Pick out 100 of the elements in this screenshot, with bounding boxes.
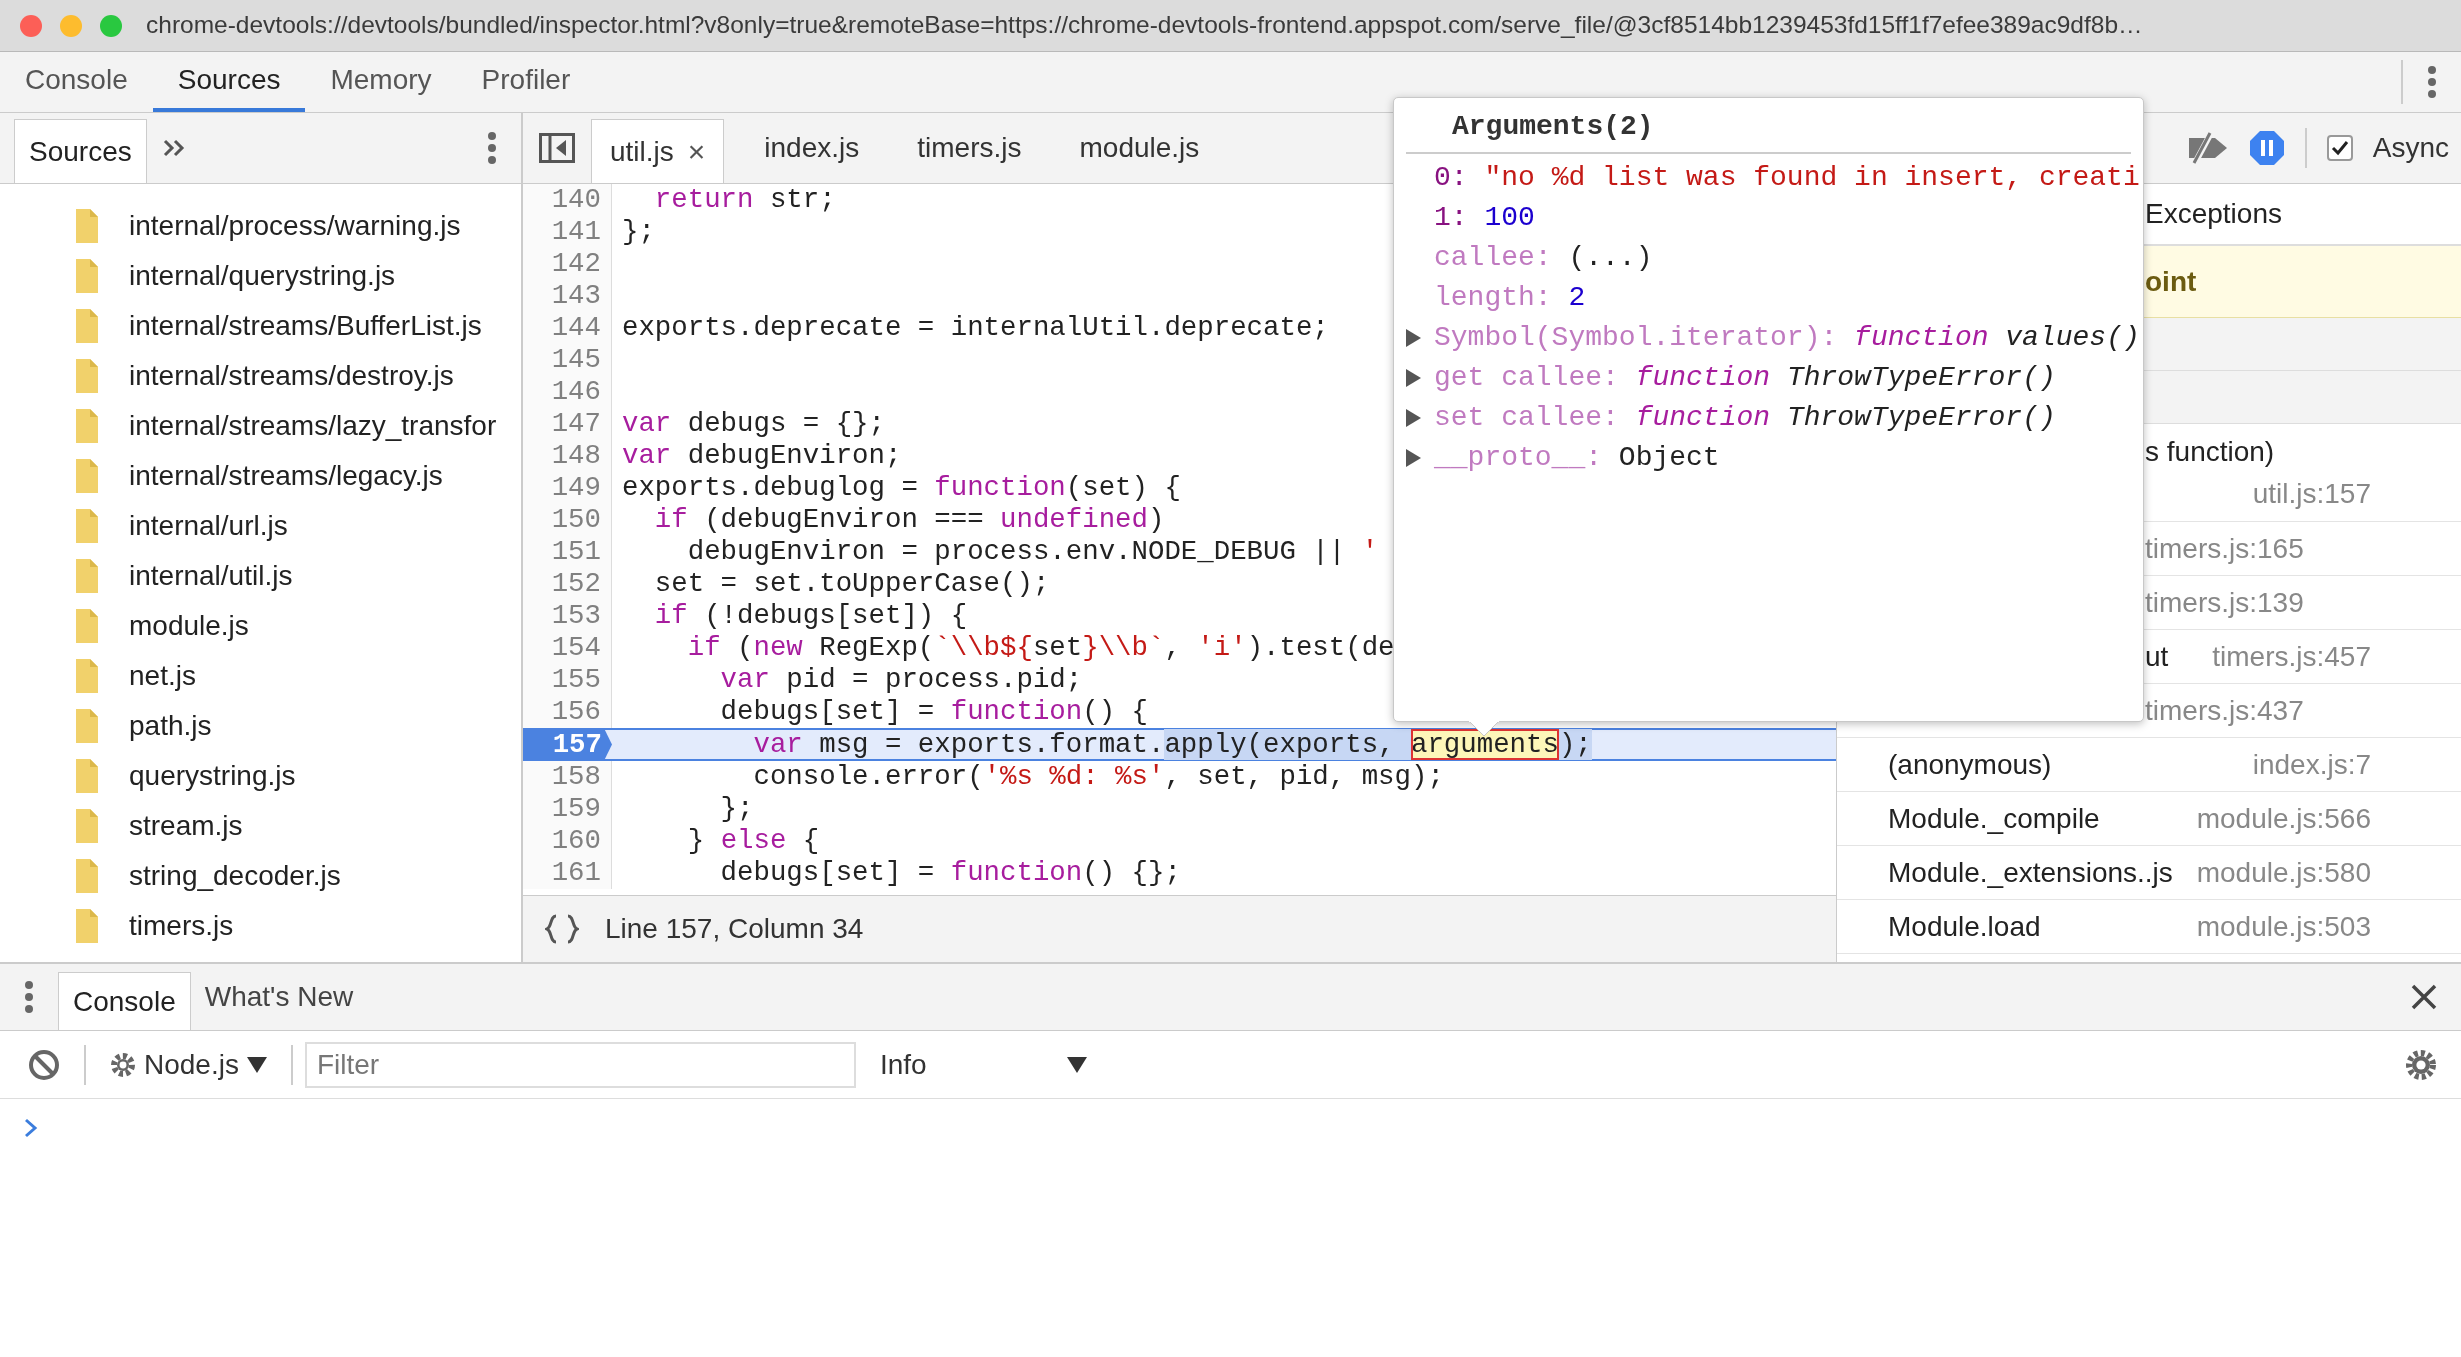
caret-icon bbox=[246, 1056, 267, 1073]
close-icon[interactable]: × bbox=[687, 129, 706, 174]
code-line: exports.debuglog = function(set) { bbox=[621, 472, 1181, 504]
context-selector[interactable]: Node.js bbox=[110, 1043, 267, 1086]
code-line: debugs[set] = function() {}; bbox=[719, 857, 1181, 889]
frame-name[interactable]: Module._compile bbox=[1888, 797, 2100, 840]
close-icon[interactable] bbox=[2411, 984, 2437, 1010]
settings-icon[interactable] bbox=[2405, 1048, 2437, 1081]
pretty-print-icon[interactable] bbox=[545, 914, 579, 944]
level-selector[interactable]: Info bbox=[879, 1043, 1087, 1086]
line-number: 151 bbox=[523, 536, 612, 568]
gear-icon bbox=[110, 1051, 136, 1078]
async-checkbox[interactable] bbox=[2326, 135, 2353, 161]
frame-location[interactable]: timers.js:437 bbox=[2145, 689, 2304, 732]
frame-name[interactable]: (anonymous) bbox=[1888, 743, 2052, 786]
file-name[interactable]: string_decoder.js bbox=[129, 855, 341, 897]
file-icon bbox=[76, 809, 98, 843]
file-icon bbox=[76, 359, 98, 393]
code-line: }; bbox=[719, 793, 754, 825]
frame-name[interactable]: s function) bbox=[2145, 430, 2371, 473]
file-name[interactable]: net.js bbox=[129, 655, 196, 697]
property-line: callee: (...) bbox=[1433, 241, 1653, 275]
clear-console-icon[interactable] bbox=[28, 1048, 60, 1081]
line-number: 157 bbox=[523, 730, 612, 759]
file-name[interactable]: module.js bbox=[129, 605, 249, 647]
file-name[interactable]: internal/util.js bbox=[129, 555, 293, 597]
file-name[interactable]: internal/streams/BufferList.js bbox=[129, 305, 482, 347]
file-name[interactable]: path.js bbox=[129, 705, 212, 747]
frame-location[interactable]: timers.js:139 bbox=[2145, 581, 2304, 624]
drawer-tab[interactable]: What's New bbox=[190, 964, 368, 1030]
frame-name[interactable]: Module._extensions..js bbox=[1888, 851, 2173, 894]
more-icon[interactable] bbox=[487, 131, 497, 165]
line-number: 154 bbox=[523, 632, 612, 664]
file-name[interactable]: internal/querystring.js bbox=[129, 255, 396, 297]
file-icon bbox=[76, 309, 98, 343]
line-number: 147 bbox=[523, 408, 612, 440]
property-line[interactable]: Symbol(Symbol.iterator): function values() bbox=[1406, 318, 2140, 358]
line-number: 159 bbox=[523, 793, 612, 825]
panel-tab[interactable]: Console bbox=[0, 52, 153, 112]
line-number: 144 bbox=[523, 312, 612, 344]
line-number: 141 bbox=[523, 216, 612, 248]
code-line: var debugs = {}; bbox=[621, 408, 885, 440]
code-line: debugs[set] = function() { bbox=[719, 696, 1148, 728]
code-line: set = set.toUpperCase(); bbox=[653, 568, 1050, 600]
code-line: console.error('%s %d: %s', set, pid, msg); bbox=[752, 761, 1444, 793]
line-number: 140 bbox=[523, 184, 612, 216]
property-line[interactable]: __proto__: Object bbox=[1406, 438, 1720, 478]
file-tab[interactable]: module.js bbox=[1061, 113, 1218, 183]
line-number: 153 bbox=[523, 600, 612, 632]
more-icon[interactable] bbox=[24, 980, 34, 1014]
property-line[interactable]: set callee: function ThrowTypeError() bbox=[1406, 398, 2056, 438]
line-number: 156 bbox=[523, 696, 612, 728]
property-line: 0: "no %d list was found in insert, creati bbox=[1433, 161, 2140, 195]
file-icon bbox=[76, 759, 98, 793]
file-icon bbox=[76, 409, 98, 443]
drawer-tab[interactable]: Console bbox=[58, 972, 191, 1030]
file-name[interactable]: querystring.js bbox=[129, 755, 296, 797]
file-name[interactable]: internal/url.js bbox=[129, 505, 288, 547]
paused-message: oint bbox=[2145, 264, 2197, 299]
line-number: 149 bbox=[523, 472, 612, 504]
frame-location[interactable]: util.js:157 bbox=[2145, 472, 2371, 515]
caret-icon bbox=[1066, 1056, 1087, 1073]
file-name[interactable]: internal/streams/lazy_transfor bbox=[129, 405, 497, 447]
line-number: 155 bbox=[523, 664, 612, 696]
file-name[interactable]: timers.js bbox=[129, 905, 234, 947]
filter-field[interactable]: Filter bbox=[304, 1041, 856, 1088]
code-line: if (new RegExp(`\\b${set}\\b`, 'i').test(de bbox=[686, 632, 1395, 664]
frame-location[interactable]: module.js:580 bbox=[2196, 851, 2371, 894]
sidebar-toggle-icon[interactable] bbox=[539, 133, 575, 163]
panel-tab[interactable]: Memory bbox=[305, 52, 457, 112]
property-line: length: 2 bbox=[1433, 281, 1586, 315]
frame-location[interactable]: module.js:503 bbox=[2196, 905, 2371, 948]
file-name[interactable]: internal/streams/legacy.js bbox=[129, 455, 443, 497]
navigator-tab[interactable]: Sources bbox=[14, 119, 147, 183]
property-line[interactable]: get callee: function ThrowTypeError() bbox=[1406, 358, 2056, 398]
frame-location[interactable]: module.js:566 bbox=[2196, 797, 2371, 840]
pause-icon[interactable] bbox=[2248, 130, 2285, 166]
code-line: var msg = exports.format.apply(exports, arguments); bbox=[752, 730, 1592, 759]
file-name[interactable]: stream.js bbox=[129, 805, 243, 847]
popover-title: Arguments(2) bbox=[1406, 98, 2131, 154]
more-icon[interactable] bbox=[2427, 65, 2437, 99]
file-icon bbox=[76, 659, 98, 693]
file-name[interactable]: internal/streams/destroy.js bbox=[129, 355, 454, 397]
checkbox-label: Async bbox=[2372, 131, 2449, 165]
file-tab[interactable]: index.js bbox=[746, 113, 878, 183]
line-number: 158 bbox=[523, 761, 612, 793]
window-title: chrome-devtools://devtools/bundled/inspector.html?v8only=true&remoteBase=https://chrome-devtools-frontend.appspot.com/serve_file/@3cf8514bb1239453fd15ff1f7efee389ac9df8b… bbox=[146, 10, 2143, 41]
file-icon bbox=[76, 709, 98, 743]
frame-location[interactable]: timers.js:457 bbox=[2212, 635, 2371, 678]
frame-location[interactable]: index.js:7 bbox=[2252, 743, 2371, 786]
frame-name[interactable]: Module.load bbox=[1888, 905, 2041, 948]
file-name[interactable]: internal/process/warning.js bbox=[129, 205, 461, 247]
file-tab[interactable]: timers.js bbox=[899, 113, 1040, 183]
frame-name[interactable]: ut bbox=[2145, 635, 2169, 678]
frame-location[interactable]: timers.js:165 bbox=[2145, 527, 2304, 570]
file-tab[interactable]: util.js × bbox=[591, 119, 725, 183]
more-tabs-icon[interactable] bbox=[162, 139, 185, 157]
cursor-position: Line 157, Column 34 bbox=[605, 912, 864, 946]
panel-tab[interactable]: Profiler bbox=[456, 52, 596, 112]
line-number: 148 bbox=[523, 440, 612, 472]
